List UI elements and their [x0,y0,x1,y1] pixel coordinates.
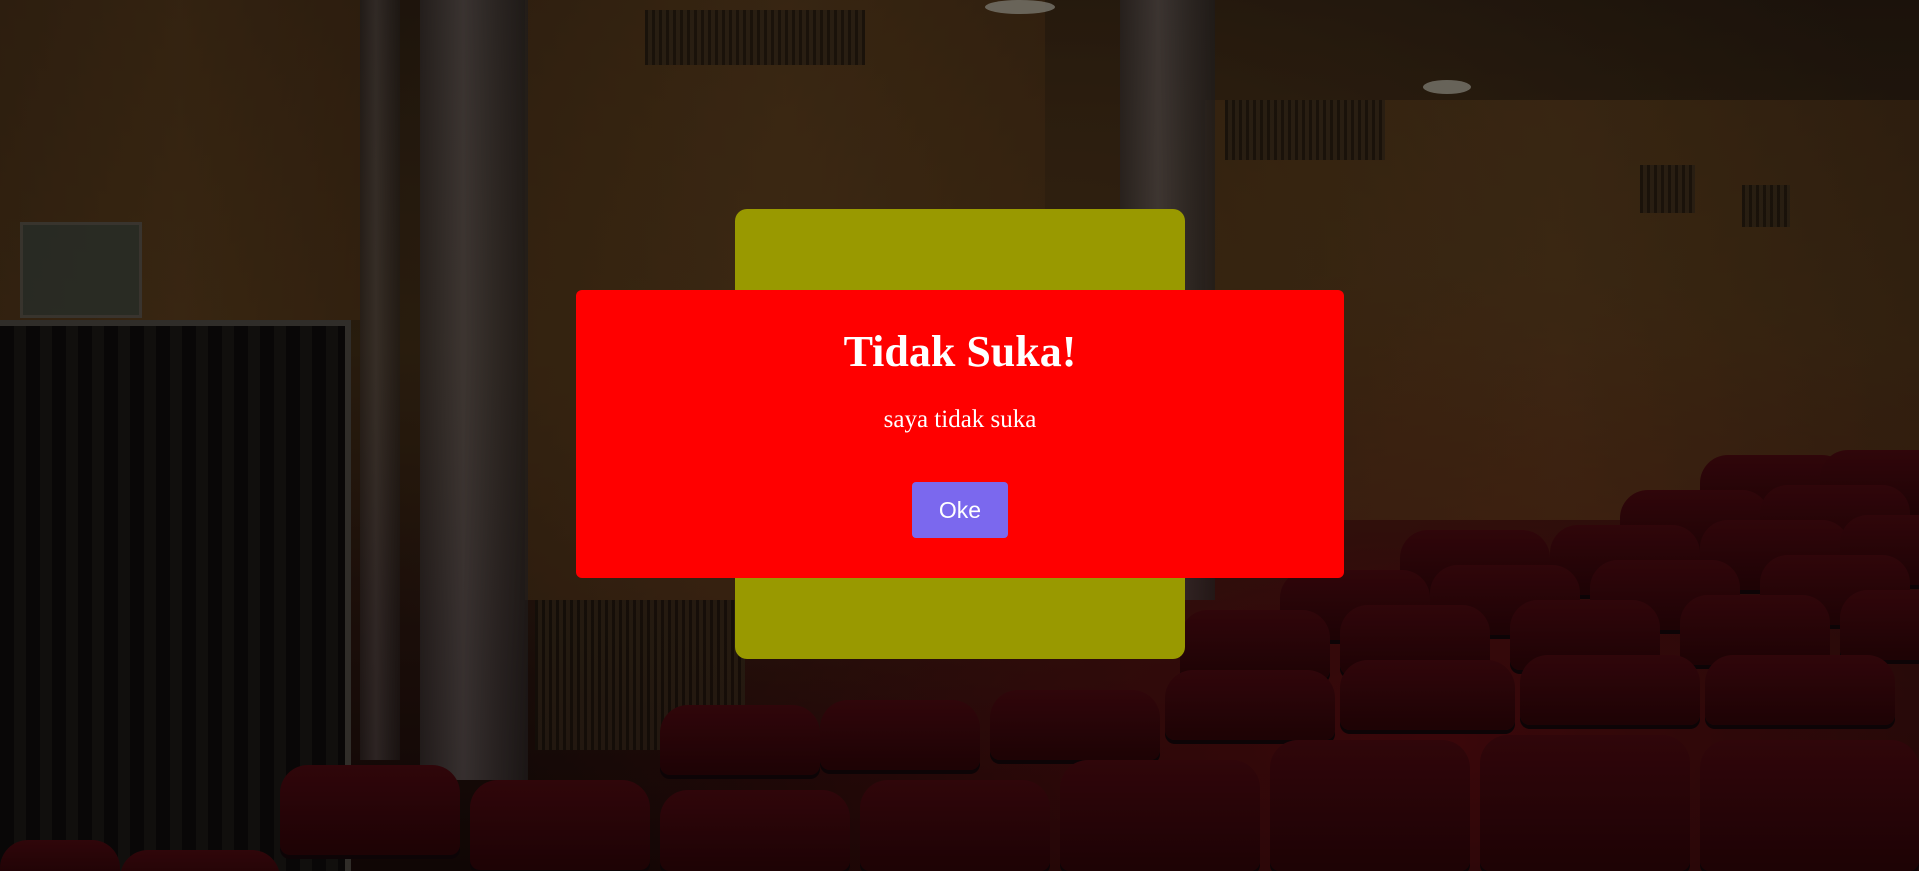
dialog-title: Tidak Suka! [843,327,1077,376]
ok-button[interactable]: Oke [912,482,1008,538]
alert-dialog: Tidak Suka! saya tidak suka Oke [576,290,1344,578]
dialog-message: saya tidak suka [883,406,1037,433]
